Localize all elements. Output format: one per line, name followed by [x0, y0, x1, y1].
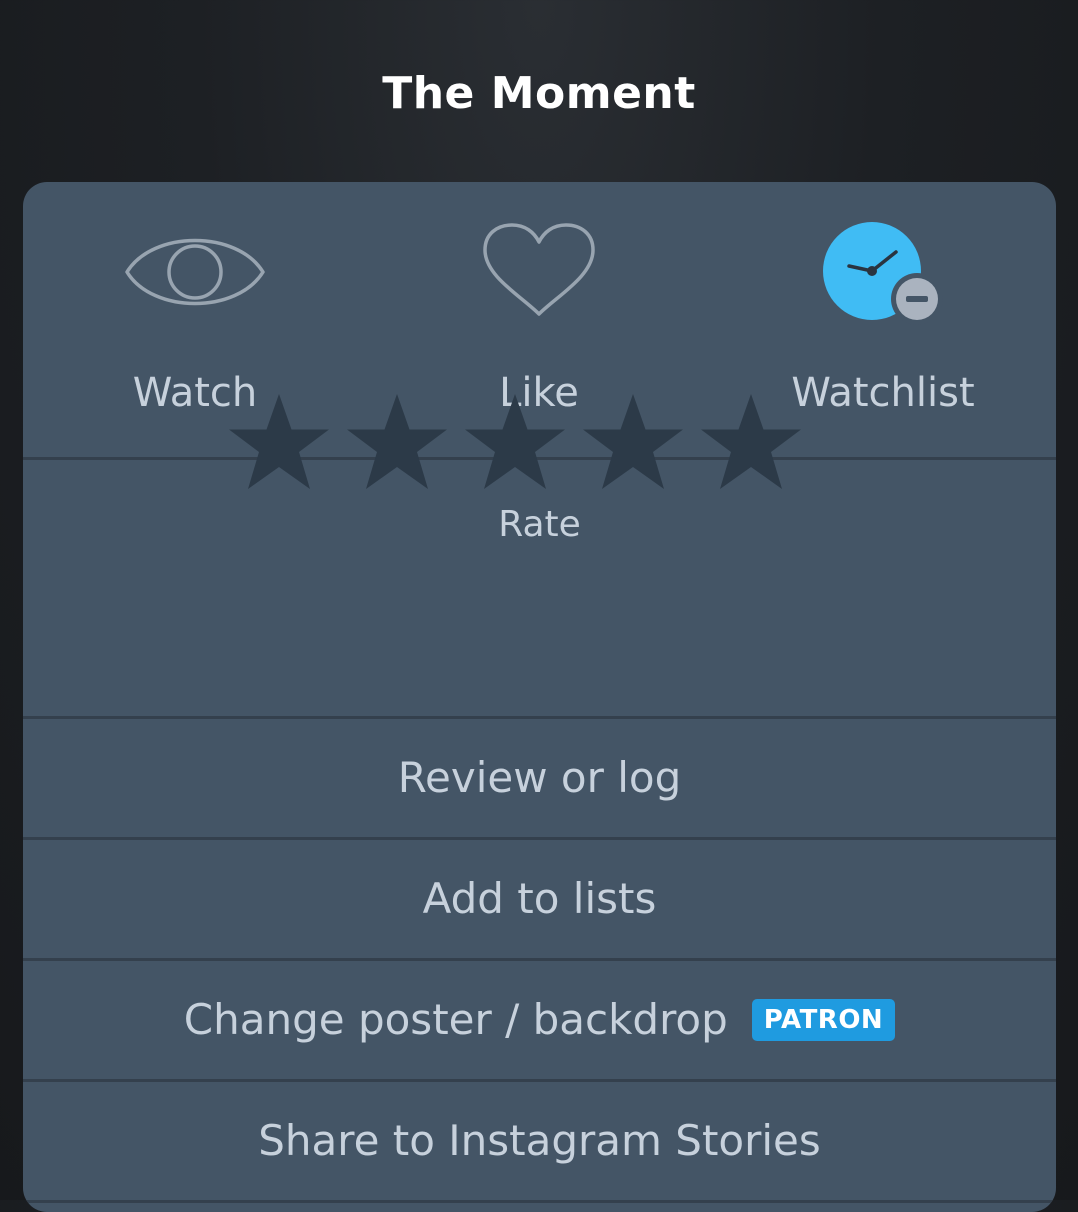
star-2[interactable]	[344, 392, 450, 492]
rate-label: Rate	[498, 504, 581, 545]
heart-icon	[481, 222, 597, 326]
star-1[interactable]	[226, 392, 332, 492]
change-poster-label: Change poster / backdrop	[183, 995, 728, 1044]
eye-icon	[123, 222, 267, 326]
clock-remove-icon	[821, 222, 945, 334]
share-instagram-button[interactable]: Share to Instagram Stories	[23, 1082, 1056, 1203]
rating-section: Rate	[23, 460, 1056, 719]
change-poster-button[interactable]: Change poster / backdrop PATRON	[23, 961, 1056, 1082]
action-sheet: Watch Like Watchlist Rate Review or log …	[23, 182, 1056, 1212]
patron-badge: PATRON	[751, 998, 896, 1041]
add-to-lists-button[interactable]: Add to lists	[23, 840, 1056, 961]
star-4[interactable]	[580, 392, 686, 492]
star-rating	[226, 392, 806, 492]
page-title: The Moment	[382, 68, 696, 119]
review-or-log-button[interactable]: Review or log	[23, 719, 1056, 840]
star-5[interactable]	[698, 392, 804, 492]
star-3[interactable]	[462, 392, 568, 492]
